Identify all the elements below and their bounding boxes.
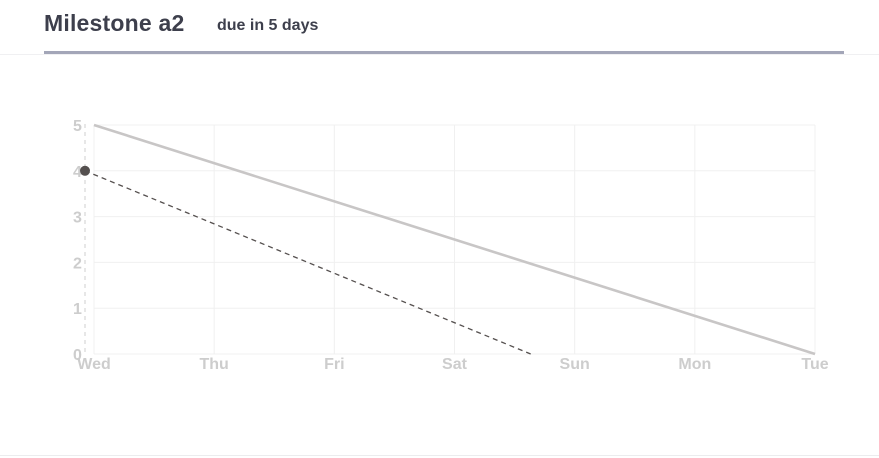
x-tick-label: Thu <box>200 356 229 373</box>
x-tick-label: Mon <box>678 356 711 373</box>
bottom-divider <box>0 455 879 456</box>
burndown-chart: 012345Wed Thu Fri Sat Sun Mon Tue <box>73 118 829 373</box>
x-tick-label: Tue <box>801 356 828 373</box>
y-tick-label: 1 <box>73 301 82 318</box>
x-tick-label: Fri <box>324 356 344 373</box>
x-tick-label: Wed <box>77 356 110 373</box>
x-tick-label: Sun <box>560 356 590 373</box>
y-tick-label: 5 <box>73 118 82 135</box>
y-tick-label: 2 <box>73 255 82 272</box>
y-tick-label: 3 <box>73 210 82 227</box>
x-tick-label: Sat <box>442 356 468 373</box>
data-point-marker <box>80 165 90 176</box>
